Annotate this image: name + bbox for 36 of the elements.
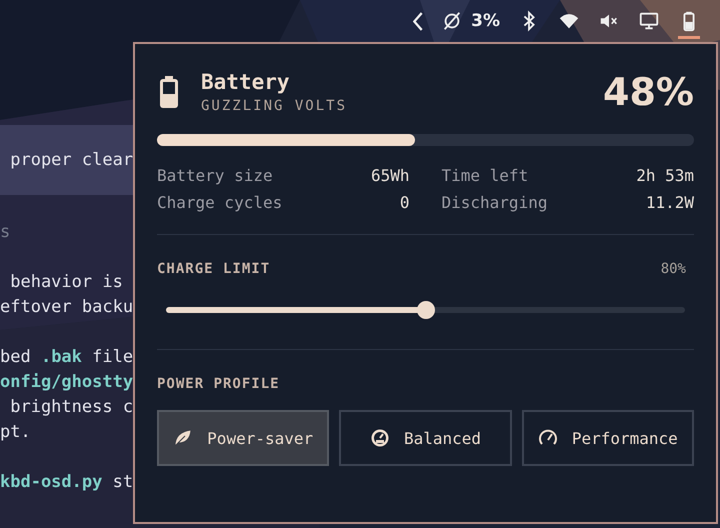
profile-button[interactable]: Performance [522,410,694,466]
stat-label: Charge cycles [157,193,282,212]
stat-value: 0 [400,193,410,212]
slider-thumb[interactable] [416,301,434,319]
battery-icon [159,76,179,108]
terminal-text: st [112,472,133,492]
gauge-icon [370,428,390,448]
stat-label: Discharging [442,193,548,212]
stat-label: Battery size [157,166,273,185]
terminal-text: kbd-osd.py [0,472,102,492]
stat-value: 11.2W [646,193,694,212]
terminal-text: s [0,222,10,242]
monitor-icon [638,10,660,32]
chevron-left-icon [413,12,424,30]
terminal-text: onfig/ghostty [0,372,133,392]
terminal-text: behavior is [9,272,123,292]
section-heading: POWER PROFILE [157,376,280,392]
battery-percent: 48% [603,70,694,114]
terminal-text: bed [0,347,32,367]
tray-item[interactable]: 3% [441,3,500,39]
stat-label: Time left [442,166,528,185]
stat-value: 2h 53m [636,166,694,185]
charge-limit-value: 80% [660,261,686,277]
panel-subtitle: GUZZLING VOLTS [201,98,348,114]
terminal-text: eftover backu [0,297,133,317]
terminal-text: brightness c [9,397,133,417]
terminal-text: .bak [40,347,82,367]
stat-value: 65Wh [370,166,410,185]
terminal-text: pt. [0,422,31,442]
profile-button[interactable]: Balanced [339,410,512,466]
leaf-icon [173,428,194,448]
panel-title: Battery [201,70,291,94]
terminal-text: proper clear [9,150,133,170]
section-heading: CHARGE LIMIT [157,261,270,277]
profile-button[interactable]: Power-saver [157,410,330,466]
terminal-text: file [91,347,133,367]
